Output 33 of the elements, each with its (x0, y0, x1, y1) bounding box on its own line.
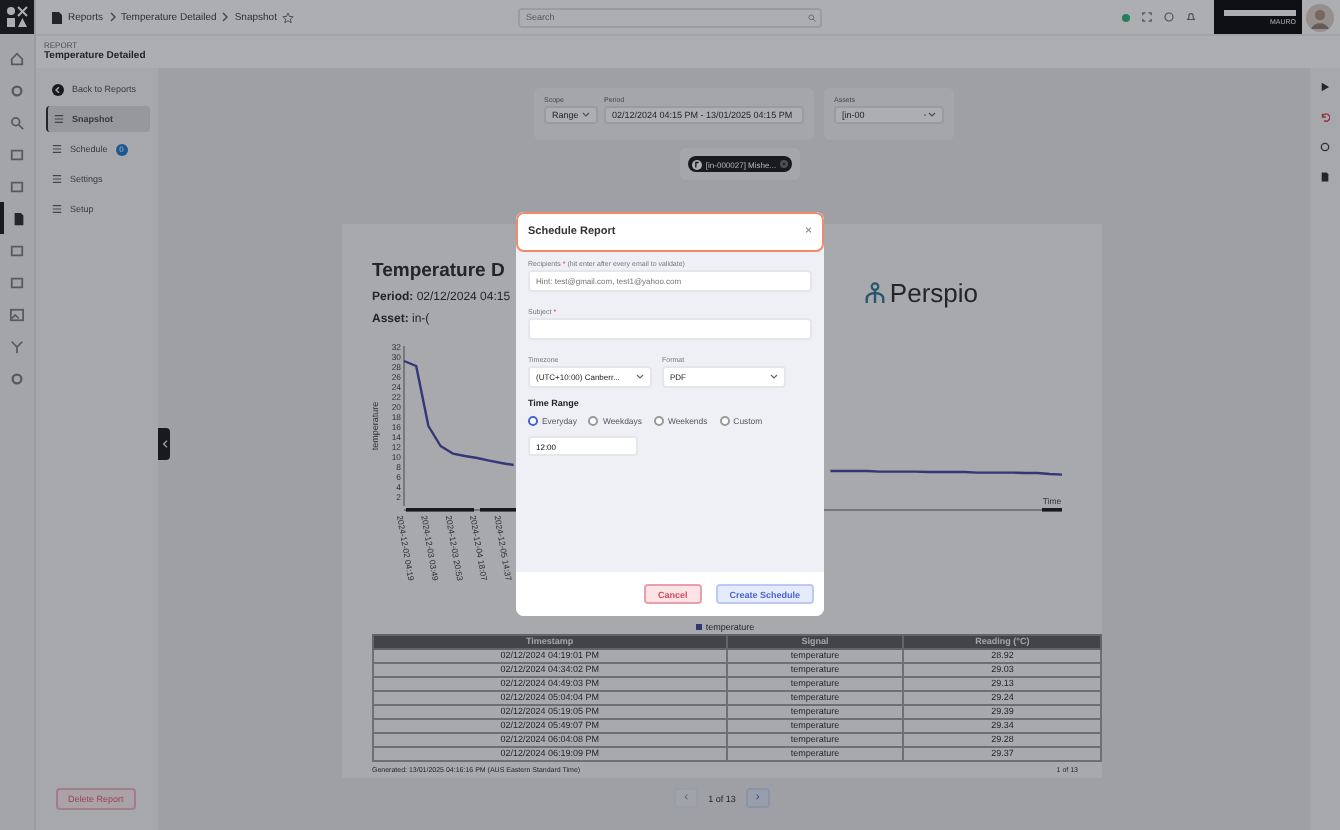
home-icon (10, 51, 24, 65)
status-dot-icon (1122, 13, 1130, 21)
bell-icon[interactable] (1186, 12, 1196, 22)
chevron-icon (109, 12, 116, 22)
company-logo: Perspio (863, 260, 978, 326)
close-icon[interactable] (780, 160, 789, 168)
chevron-down-icon (924, 112, 936, 118)
chevron-icon (222, 12, 229, 22)
chevron-down-icon (770, 374, 778, 380)
expand-icon[interactable] (1142, 12, 1152, 22)
undo-icon[interactable] (1320, 112, 1330, 122)
chevron-down-icon (582, 112, 590, 118)
back-arrow-icon (52, 83, 64, 95)
avatar-icon[interactable] (1306, 3, 1334, 31)
search-icon (808, 13, 816, 21)
star-icon[interactable] (282, 11, 295, 23)
image-icon (10, 307, 24, 321)
document-icon (12, 211, 26, 225)
document-icon[interactable] (1320, 172, 1330, 182)
report-title: Temperature D (372, 260, 507, 282)
subject-field[interactable] (528, 318, 812, 340)
list-icon (52, 144, 62, 154)
chevron-down-icon (636, 374, 644, 380)
list-icon (52, 174, 62, 184)
list-icon (52, 204, 62, 214)
play-icon[interactable] (1320, 82, 1330, 92)
app-logo[interactable] (0, 0, 34, 34)
search-icon (10, 115, 24, 129)
branch-icon (10, 339, 24, 353)
collapse-handle[interactable] (158, 428, 170, 460)
document-icon (52, 11, 62, 23)
list-icon (54, 114, 64, 124)
asset-icon (691, 159, 702, 169)
